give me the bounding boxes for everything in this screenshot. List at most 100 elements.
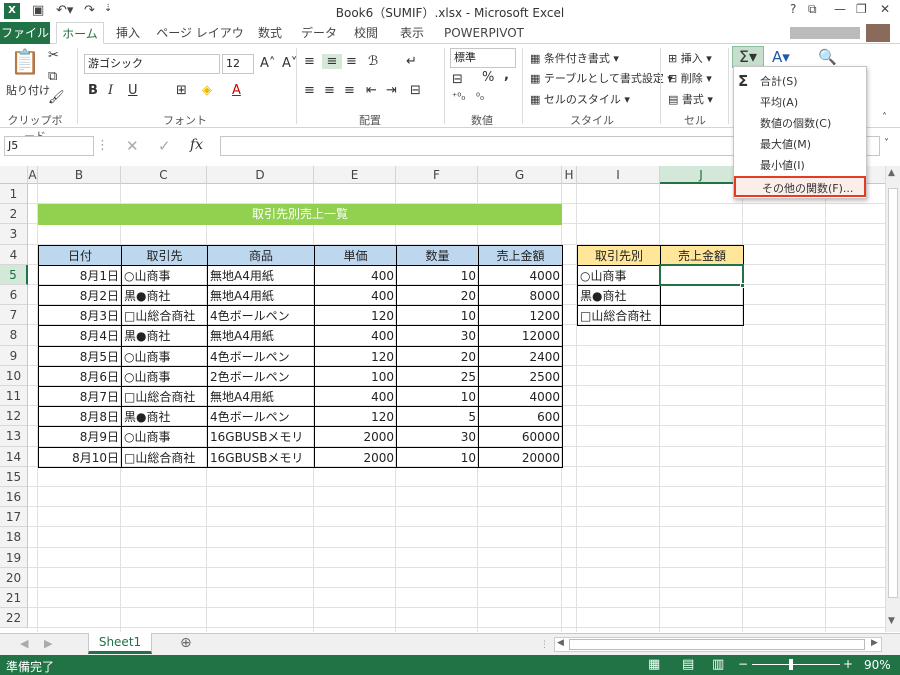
table-cell[interactable]: 無地A4用紙	[207, 386, 315, 407]
table-cell[interactable]: 黒●商社	[121, 285, 208, 306]
fill-color-icon[interactable]: ◈	[202, 83, 212, 98]
font-color-icon[interactable]: A	[232, 83, 241, 98]
row-header[interactable]: 11	[0, 386, 28, 406]
column-header-e[interactable]: E	[314, 166, 396, 184]
table-cell[interactable]: ○山商事	[121, 346, 208, 367]
tab-page-layout[interactable]: ページ レイアウト	[152, 22, 248, 62]
increase-decimal-icon[interactable]: ⁺⁰₀	[452, 92, 465, 103]
table-cell[interactable]: 8月8日	[38, 406, 122, 427]
horizontal-scroll-thumb[interactable]	[569, 639, 865, 650]
menu-item[interactable]: 最小値(I)	[734, 155, 866, 176]
confirm-entry-icon[interactable]: ✓	[158, 137, 171, 155]
table-cell[interactable]: 8月5日	[38, 346, 122, 367]
align-middle-icon[interactable]: ≡	[322, 54, 342, 69]
sort-filter-icon[interactable]: A▾	[772, 48, 790, 66]
tab-home[interactable]: ホーム	[56, 22, 104, 44]
underline-button[interactable]: U	[128, 83, 138, 98]
table-cell[interactable]: 30	[396, 325, 479, 347]
conditional-formatting-button[interactable]: ▦ 条件付き書式 ▾	[530, 50, 619, 66]
fill-handle[interactable]	[740, 283, 745, 288]
minimize-icon[interactable]: —	[834, 2, 846, 16]
selected-cell-j5[interactable]	[659, 264, 744, 286]
scroll-up-icon[interactable]: ▲	[888, 168, 895, 178]
menu-item[interactable]: 平均(A)	[734, 92, 866, 113]
column-header-a[interactable]: A	[28, 166, 38, 184]
row-header[interactable]: 19	[0, 548, 28, 568]
maximize-icon[interactable]: ❐	[856, 2, 867, 16]
orientation-icon[interactable]: ℬ	[368, 54, 378, 69]
table-cell[interactable]: 120	[314, 346, 397, 367]
decrease-indent-icon[interactable]: ⇤	[366, 83, 377, 98]
table-cell[interactable]: 120	[314, 406, 397, 427]
cancel-entry-icon[interactable]: ✕	[126, 137, 139, 155]
summary-header-cell[interactable]: 取引先別	[577, 245, 661, 266]
align-center-icon[interactable]: ≡	[324, 83, 335, 98]
row-header[interactable]: 8	[0, 325, 28, 346]
table-cell[interactable]: □山総合商社	[121, 305, 208, 326]
insert-function-button[interactable]: fx	[190, 137, 203, 153]
tab-split-dots-icon[interactable]: ⋮	[540, 640, 549, 650]
row-header[interactable]: 7	[0, 305, 28, 325]
table-cell[interactable]: 10	[396, 447, 479, 468]
table-cell[interactable]: 400	[314, 285, 397, 306]
paste-button[interactable]: 貼り付け	[6, 82, 50, 98]
page-break-view-icon[interactable]: ▥	[712, 657, 724, 672]
scroll-down-icon[interactable]: ▼	[888, 616, 895, 626]
summary-cell[interactable]	[660, 305, 744, 326]
table-cell[interactable]: ○山商事	[121, 426, 208, 448]
table-cell[interactable]: 60000	[478, 426, 563, 448]
summary-cell[interactable]: ○山商事	[577, 265, 661, 286]
table-header-cell[interactable]: 売上金額	[478, 245, 563, 266]
table-cell[interactable]: 20	[396, 346, 479, 367]
format-painter-icon[interactable]: 🖌	[48, 90, 65, 105]
row-header[interactable]: 5	[0, 265, 28, 285]
table-cell[interactable]: 黒●商社	[121, 325, 208, 347]
prev-sheet-icon[interactable]: ◀	[20, 637, 28, 650]
row-header[interactable]: 3	[0, 224, 28, 245]
table-cell[interactable]: 600	[478, 406, 563, 427]
row-header[interactable]: 2	[0, 204, 28, 224]
accounting-icon[interactable]: ⊟	[452, 72, 463, 87]
comma-button[interactable]: ,	[504, 68, 509, 83]
summary-cell[interactable]: □山総合商社	[577, 305, 661, 326]
italic-button[interactable]: I	[108, 83, 113, 98]
row-header[interactable]: 9	[0, 346, 28, 366]
tab-data[interactable]: データ	[298, 22, 340, 44]
decrease-decimal-icon[interactable]: ⁰₀	[476, 92, 484, 103]
find-select-icon[interactable]: 🔍	[818, 48, 837, 66]
table-cell[interactable]: 8000	[478, 285, 563, 306]
grow-font-icon[interactable]: A˄	[260, 56, 275, 71]
paste-icon[interactable]: 📋	[8, 48, 42, 82]
table-cell[interactable]: 8月3日	[38, 305, 122, 326]
collapse-ribbon-icon[interactable]: ˄	[882, 112, 887, 123]
align-top-icon[interactable]: ≡	[304, 54, 315, 69]
table-cell[interactable]: 2000	[314, 426, 397, 448]
table-cell[interactable]: 黒●商社	[121, 406, 208, 427]
table-cell[interactable]: 30	[396, 426, 479, 448]
table-cell[interactable]: 2400	[478, 346, 563, 367]
tab-view[interactable]: 表示	[394, 22, 430, 44]
table-header-cell[interactable]: 商品	[207, 245, 315, 266]
table-cell[interactable]: 無地A4用紙	[207, 325, 315, 347]
delete-cells-button[interactable]: ⊟ 削除 ▾	[668, 70, 712, 86]
normal-view-icon[interactable]: ▦	[648, 657, 660, 672]
table-cell[interactable]: 10	[396, 305, 479, 326]
font-name-select[interactable]: 游ゴシック	[84, 54, 220, 74]
column-header-g[interactable]: G	[478, 166, 562, 184]
increase-indent-icon[interactable]: ⇥	[386, 83, 397, 98]
table-header-cell[interactable]: 日付	[38, 245, 122, 266]
tab-file[interactable]: ファイル	[0, 22, 50, 44]
format-cells-button[interactable]: ▤ 書式 ▾	[668, 91, 713, 107]
column-header-h[interactable]: H	[562, 166, 577, 184]
tab-formulas[interactable]: 数式	[252, 22, 288, 44]
menu-item[interactable]: 最大値(M)	[734, 134, 866, 155]
summary-cell[interactable]: 黒●商社	[577, 285, 661, 306]
vertical-scrollbar[interactable]: ▲ ▼	[885, 166, 900, 632]
table-cell[interactable]: 20000	[478, 447, 563, 468]
table-cell[interactable]: 8月6日	[38, 366, 122, 387]
zoom-in-icon[interactable]: +	[843, 657, 853, 671]
align-left-icon[interactable]: ≡	[304, 83, 315, 98]
table-cell[interactable]: 2000	[314, 447, 397, 468]
table-cell[interactable]: 5	[396, 406, 479, 427]
table-cell[interactable]: 8月9日	[38, 426, 122, 448]
